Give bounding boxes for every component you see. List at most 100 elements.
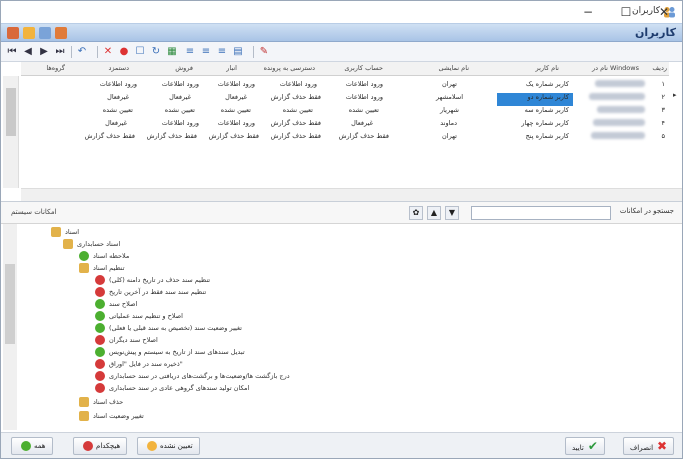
col-header-access[interactable]: دسترسی به پرونده [264, 64, 315, 72]
grid-vertical-scrollbar[interactable] [3, 76, 19, 188]
tree-node-view-docs[interactable]: ملاحظه اسناد [69, 251, 669, 262]
grid-header: ردیف نام در Windows نام کاربر نام نمایشی… [21, 62, 669, 76]
tree-node-edit-docs[interactable]: تنظیم اسناد [69, 263, 669, 274]
tree-node-permission[interactable]: تغییر وضعیت سند (تخصیص به سند قبلی یا فع… [85, 323, 645, 334]
first-record-icon[interactable]: ⏮ [5, 45, 19, 59]
row-number: ۴ [661, 119, 666, 127]
username-cell: کاربر شماره چهار [521, 119, 569, 127]
ok-button[interactable]: تایید ✔ [565, 437, 605, 455]
tree-node-permission[interactable]: ذخیره سند در فایل "اوراق" [85, 359, 645, 370]
tree-node-permission[interactable]: تنظیم سند سند فقط در آخرین تاریخ [85, 287, 645, 298]
perm-cell: ورود اطلاعات [345, 80, 383, 88]
last-record-icon[interactable]: ⏭ [53, 45, 67, 59]
tree-node-change-status[interactable]: تغییر وضعیت اسناد [69, 411, 669, 422]
prev-record-icon[interactable]: ◀ [21, 45, 35, 59]
display-name-cell: تهران [442, 132, 457, 140]
denied-icon [95, 335, 105, 345]
users-grid: ردیف نام در Windows نام کاربر نام نمایشی… [1, 62, 682, 202]
deny-icon [83, 441, 93, 451]
chart-icon[interactable]: ✎ [257, 45, 271, 59]
allowed-icon [95, 299, 105, 309]
blurred-windows-name [595, 80, 645, 89]
delete-icon[interactable]: ✕ [101, 45, 115, 59]
tree-config-icon[interactable]: ✿ [409, 206, 423, 220]
tree-vertical-scrollbar[interactable] [3, 224, 17, 430]
none-button[interactable]: هیچکدام [73, 437, 128, 455]
columns-icon[interactable]: ▤ [231, 45, 245, 59]
align-left-icon[interactable]: ≡ [183, 45, 197, 59]
all-button[interactable]: همه [11, 437, 53, 455]
cancel-button[interactable]: انصراف ✖ [623, 437, 675, 455]
perm-cell: فقط حذف گزارش [270, 119, 321, 127]
tree-node-permission[interactable]: اصلاح سند دیگران [85, 335, 645, 346]
undo-icon[interactable]: ↶ [75, 45, 89, 59]
denied-icon [95, 359, 105, 369]
perm-cell: فقط حذف گزارش [84, 132, 135, 140]
scroll-thumb[interactable] [6, 88, 16, 136]
search-icon[interactable] [39, 27, 51, 39]
refresh-grid-icon[interactable]: ↻ [149, 45, 163, 59]
row-number: ۲ [661, 93, 666, 101]
tree-node-permission[interactable]: امکان تولید سندهای گروهی عادی در سند حسا… [85, 383, 645, 394]
scroll-thumb[interactable] [5, 264, 15, 344]
col-header-display-name[interactable]: نام نمایشی [439, 64, 469, 72]
perm-cell: ورود اطلاعات [345, 93, 383, 101]
perm-cell: ورود اطلاعات [161, 119, 199, 127]
checkmark-icon: ✔ [587, 439, 598, 453]
col-header-username[interactable]: نام کاربر [536, 64, 560, 72]
perm-cell: تعیین نشده [102, 106, 133, 114]
tools-icon[interactable] [23, 27, 35, 39]
align-right-icon[interactable]: ≡ [215, 45, 229, 59]
col-header-windows-name[interactable]: نام در Windows [592, 64, 639, 72]
perm-cell: غیرفعال [169, 93, 191, 101]
col-header-warehouse[interactable]: انبار [226, 64, 237, 72]
not-set-button[interactable]: تعیین نشده [137, 437, 200, 455]
home-icon[interactable] [55, 27, 67, 39]
table-row[interactable]: ۴ کاربر شماره چهار دماوند غیرفعال فقط حذ… [21, 117, 669, 130]
tree-node-permission[interactable]: تبدیل سندهای سند از تاریخ به سیستم و پیش… [85, 347, 645, 358]
permission-search-input[interactable] [471, 206, 611, 220]
tree-node-permission[interactable]: اصلاح سند [85, 299, 645, 310]
perm-cell: تعیین نشده [220, 106, 251, 114]
search-up-icon[interactable]: ▲ [427, 206, 441, 220]
username-cell: کاربر شماره یک [525, 80, 569, 88]
record-icon[interactable]: ● [117, 45, 131, 59]
tree-node-delete-docs[interactable]: حذف اسناد [69, 397, 669, 408]
denied-icon [95, 287, 105, 297]
perm-cell: ورود اطلاعات [161, 80, 199, 88]
col-header-sales[interactable]: فروش [175, 64, 193, 72]
minimize-button[interactable]: − [571, 3, 605, 21]
col-header-groups[interactable]: گروه‌ها [46, 64, 65, 72]
align-center-icon[interactable]: ≡ [199, 45, 213, 59]
maximize-button[interactable]: ☐ [609, 3, 643, 21]
table-row[interactable]: ۱ کاربر شماره یک تهران ورود اطلاعات ورود… [21, 78, 669, 91]
search-label: جستجو در امکانات [619, 207, 674, 215]
next-record-icon[interactable]: ▶ [37, 45, 51, 59]
col-header-account[interactable]: حساب کاربری [344, 64, 383, 72]
table-row[interactable]: ۳ کاربر شماره سه شهریار تعیین نشده تعیین… [21, 104, 669, 117]
tree-node-documents[interactable]: اسناد [41, 227, 641, 238]
display-name-cell: تهران [442, 80, 457, 88]
footer-bar: همه هیچکدام تعیین نشده تایید ✔ انصراف ✖ [1, 432, 682, 458]
allowed-icon [95, 347, 105, 357]
tree-node-accounting-docs[interactable]: اسناد حسابداری [53, 239, 653, 250]
checkbox-icon[interactable]: ☐ [133, 45, 147, 59]
search-down-icon[interactable]: ▼ [445, 206, 459, 220]
display-name-cell: شهریار [440, 106, 459, 114]
perm-cell: غیرفعال [351, 119, 373, 127]
close-button[interactable]: ✕ [647, 3, 681, 21]
table-row[interactable]: ۲ کاربر شماره دو اسلامشهر ورود اطلاعات ف… [21, 91, 669, 106]
excel-icon[interactable]: ▦ [165, 45, 179, 59]
denied-icon [95, 371, 105, 381]
tree-node-permission[interactable]: درج بازگشت ها/وضعیت‌ها و برگشت‌های دریاف… [85, 371, 645, 382]
display-name-cell: دماوند [440, 119, 457, 127]
tree-node-permission[interactable]: تنظیم سند حذف در تاریخ دامنه (کلی) [85, 275, 645, 286]
perm-cell: تعیین نشده [164, 106, 195, 114]
refresh-icon[interactable] [7, 27, 19, 39]
navigation-toolbar: ⏮ ◀ ▶ ⏭ ↶ ✕ ● ☐ ↻ ▦ ≡ ≡ ≡ ▤ ✎ [1, 42, 682, 62]
col-header-row[interactable]: ردیف [652, 64, 667, 72]
col-header-payroll[interactable]: دستمزد [108, 64, 129, 72]
tree-node-permission[interactable]: اصلاح و تنظیم سند عملیاتی [85, 311, 645, 322]
grid-horizontal-scrollbar[interactable] [21, 188, 682, 201]
table-row[interactable]: ۵ کاربر شماره پنج تهران فقط حذف گزارش فق… [21, 130, 669, 143]
